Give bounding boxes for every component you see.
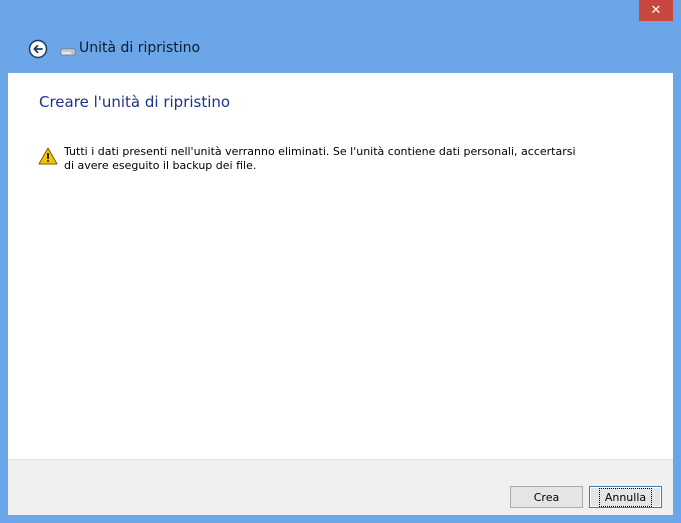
back-arrow-icon	[28, 39, 48, 59]
back-button[interactable]	[27, 38, 49, 60]
close-icon: ✕	[650, 3, 662, 18]
close-button[interactable]: ✕	[639, 0, 673, 21]
recovery-drive-window: ✕ Unità di ripristino Creare l'unità di …	[0, 0, 681, 523]
drive-icon	[60, 48, 76, 56]
content-area: Creare l'unità di ripristino Tutti i dat…	[8, 73, 673, 459]
warning-line-1: Tutti i dati presenti nell'unità verrann…	[64, 145, 576, 158]
create-button[interactable]: Crea	[510, 486, 583, 508]
button-bar: Crea Annulla	[8, 459, 673, 515]
cancel-button[interactable]: Annulla	[589, 486, 662, 508]
page-heading: Creare l'unità di ripristino	[39, 93, 231, 111]
warning-icon	[38, 147, 58, 165]
window-title: Unità di ripristino	[79, 40, 201, 56]
warning-text: Tutti i dati presenti nell'unità verrann…	[64, 145, 614, 173]
warning-line-2: di avere eseguito il backup dei file.	[64, 159, 257, 172]
cancel-button-label: Annulla	[598, 487, 653, 507]
window-header: Unità di ripristino	[8, 30, 673, 73]
